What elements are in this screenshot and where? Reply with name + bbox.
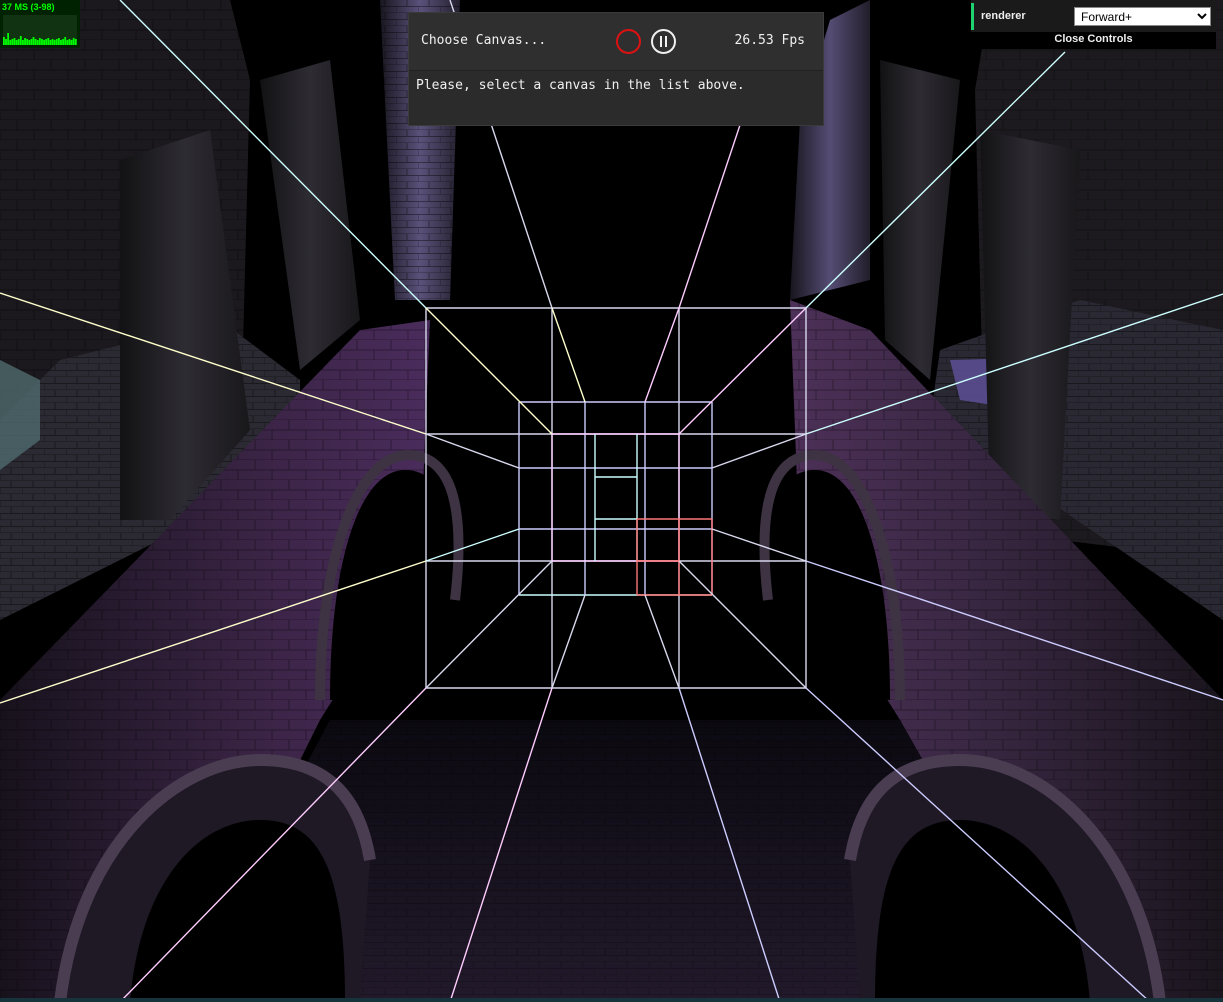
frame-time-bar <box>3 37 5 45</box>
frame-time-graph <box>3 15 77 45</box>
close-controls-button[interactable]: Close Controls <box>971 32 1216 49</box>
frame-time-bar <box>45 39 48 45</box>
frame-time-bar <box>36 40 39 45</box>
frame-time-bar <box>49 40 52 45</box>
frame-time-bar <box>43 40 45 45</box>
frame-time-bar <box>74 39 77 45</box>
frame-time-bar <box>53 40 56 45</box>
frame-time-bar <box>11 39 14 45</box>
bottom-scroll-strip <box>0 998 1223 1002</box>
frame-time-bar <box>28 40 31 45</box>
renderer-label: renderer <box>981 10 1026 22</box>
frame-time-bar <box>51 39 54 45</box>
pause-icon <box>660 36 662 47</box>
frame-time-bar <box>22 40 24 45</box>
frame-time-bar <box>24 38 26 45</box>
frame-time-bar <box>13 38 16 45</box>
frame-time-bar <box>64 37 67 45</box>
renderer-select[interactable]: Forward+ <box>1074 7 1211 26</box>
record-capture-button[interactable] <box>616 29 641 54</box>
stats-panel[interactable]: 37 MS (3-98) <box>0 0 80 48</box>
webgl-canvas[interactable]: 37 MS (3-98) Choose Canvas... 26.53 Fps … <box>0 0 1223 1002</box>
spector-header: Choose Canvas... 26.53 Fps <box>409 13 823 71</box>
spector-message: Please, select a canvas in the list abov… <box>416 78 745 93</box>
frame-time-bar <box>38 38 41 45</box>
frame-time-bar <box>60 40 62 45</box>
frame-time-bar <box>15 40 18 45</box>
frame-time-bar <box>26 39 29 45</box>
frame-time-bar <box>30 39 33 45</box>
frame-time-bar <box>17 39 20 45</box>
controls-panel: renderer Forward+ Close Controls <box>971 0 1216 49</box>
frame-time-bar <box>57 38 60 45</box>
frame-time-bar <box>66 40 69 45</box>
frame-time-bar <box>34 39 37 45</box>
frame-time-bar <box>72 38 75 45</box>
frame-time-bar <box>55 39 58 45</box>
renderer-control-row: renderer Forward+ <box>971 3 1216 30</box>
frame-time-bar <box>70 40 73 45</box>
frame-time-bar <box>19 36 22 45</box>
frame-time-bar <box>47 38 50 45</box>
frame-time-bar <box>41 39 43 45</box>
frame-time-bar <box>62 39 65 45</box>
frame-time-bar <box>32 37 35 45</box>
choose-canvas-dropdown[interactable]: Choose Canvas... <box>421 33 546 48</box>
frame-time-bar <box>5 39 7 45</box>
fps-readout: 26.53 Fps <box>734 33 805 48</box>
frame-time-bar <box>9 40 12 45</box>
pause-icon <box>665 36 667 47</box>
frame-time-bar <box>7 33 10 45</box>
cathedral-scene <box>0 0 1223 1002</box>
pause-button[interactable] <box>651 29 676 54</box>
spector-capture-bar: Choose Canvas... 26.53 Fps Please, selec… <box>408 12 824 126</box>
frame-time-bar <box>68 39 71 45</box>
frame-time-readout: 37 MS (3-98) <box>2 2 55 12</box>
